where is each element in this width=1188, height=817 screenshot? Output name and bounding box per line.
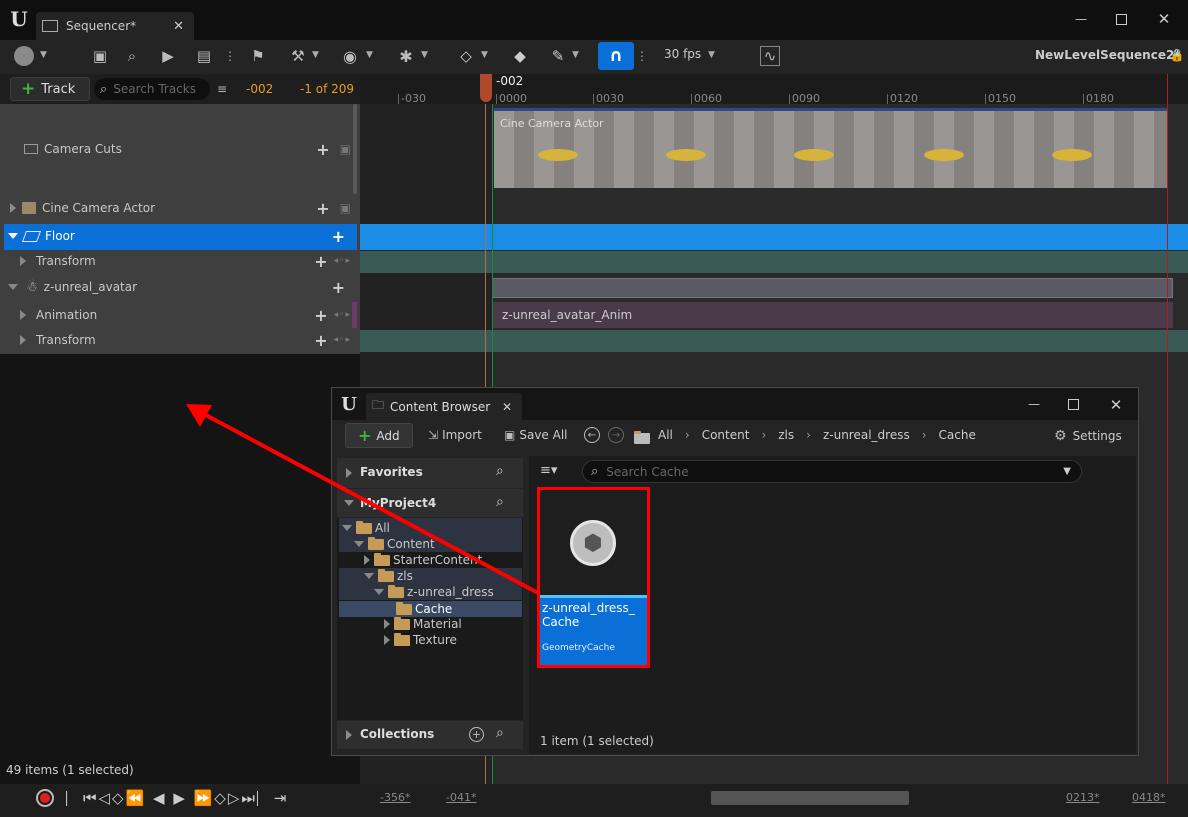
annotation-arrow <box>186 404 541 596</box>
ruler-tick <box>789 94 790 104</box>
ruler-tick <box>1083 94 1084 104</box>
ruler-tick-label: 0120 <box>890 92 918 105</box>
ruler-tick-label: 0030 <box>596 92 624 105</box>
ruler-tick <box>887 94 888 104</box>
ruler-tick-label: 0060 <box>694 92 722 105</box>
ruler-tick-label: -030 <box>401 92 426 105</box>
ruler-tick-label: 0180 <box>1086 92 1114 105</box>
ruler-tick-label: 0090 <box>792 92 820 105</box>
ruler-tick <box>496 94 497 104</box>
ruler-tick-label: 0000 <box>499 92 527 105</box>
arrow-line <box>201 411 541 596</box>
ruler-tick <box>593 94 594 104</box>
ruler-tick <box>985 94 986 104</box>
ruler-tick <box>691 94 692 104</box>
ruler-tick-label: 0150 <box>988 92 1016 105</box>
ruler-tick <box>398 94 399 104</box>
